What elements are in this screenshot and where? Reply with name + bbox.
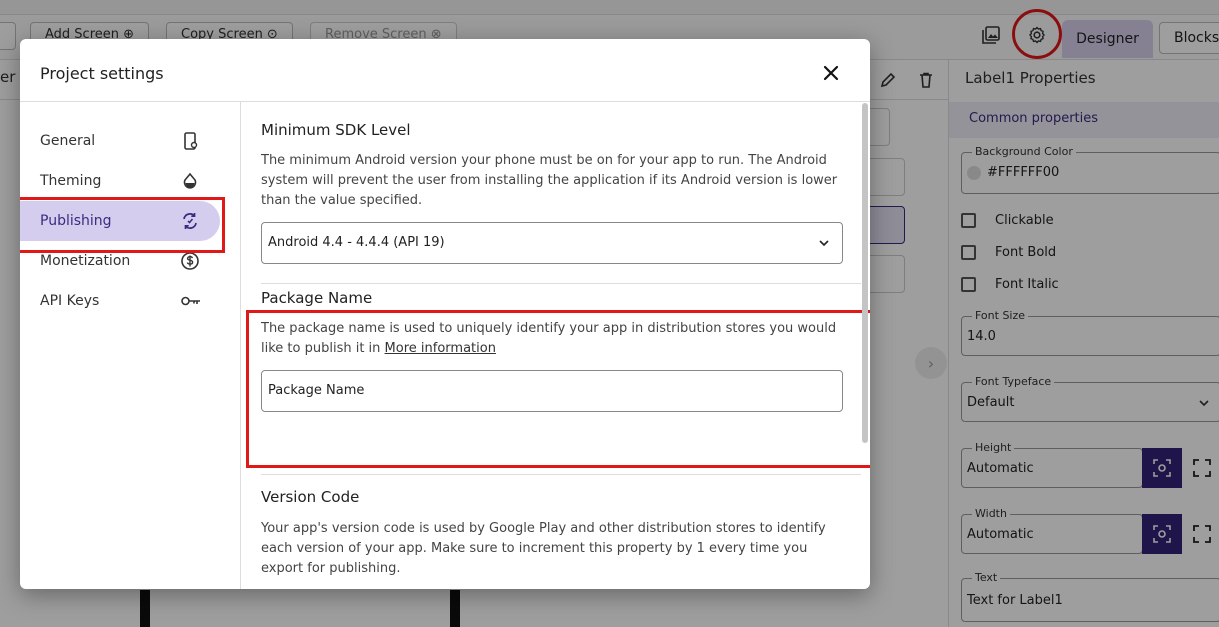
version-code-title: Version Code <box>261 488 360 506</box>
nav-item-label: Monetization <box>40 253 131 269</box>
chevron-down-icon <box>819 240 829 247</box>
settings-sidebar: General Theming Publishing Monetization … <box>20 102 241 589</box>
key-icon <box>180 291 200 311</box>
version-code-description: Your app's version code is used by Googl… <box>261 521 826 576</box>
nav-item-theming[interactable]: Theming <box>20 161 220 201</box>
nav-item-label: API Keys <box>40 293 100 309</box>
divider <box>261 474 861 475</box>
phone-settings-icon <box>180 131 200 151</box>
nav-item-general[interactable]: General <box>20 121 220 161</box>
publishing-highlight-box <box>20 197 225 253</box>
nav-item-label: General <box>40 133 96 149</box>
droplet-icon <box>180 171 200 191</box>
divider <box>261 283 861 284</box>
dialog-title: Project settings <box>40 64 164 83</box>
dollar-icon <box>180 251 200 271</box>
dialog-header: Project settings <box>20 39 870 102</box>
min-sdk-description: The minimum Android version your phone m… <box>261 153 838 208</box>
settings-content[interactable]: Minimum SDK Level The minimum Android ve… <box>241 102 870 589</box>
min-sdk-title: Minimum SDK Level <box>261 121 411 139</box>
nav-item-api-keys[interactable]: API Keys <box>20 281 220 321</box>
close-icon[interactable] <box>823 65 843 85</box>
content-scrollbar[interactable] <box>862 103 868 443</box>
min-sdk-select[interactable]: Android 4.4 - 4.4.4 (API 19) <box>261 222 843 264</box>
select-value: Android 4.4 - 4.4.4 (API 19) <box>268 235 445 250</box>
nav-item-label: Theming <box>40 173 102 189</box>
package-name-title: Package Name <box>261 289 373 307</box>
project-settings-dialog: Project settings General Theming Publish… <box>20 39 870 589</box>
package-name-highlight-box <box>246 310 870 468</box>
